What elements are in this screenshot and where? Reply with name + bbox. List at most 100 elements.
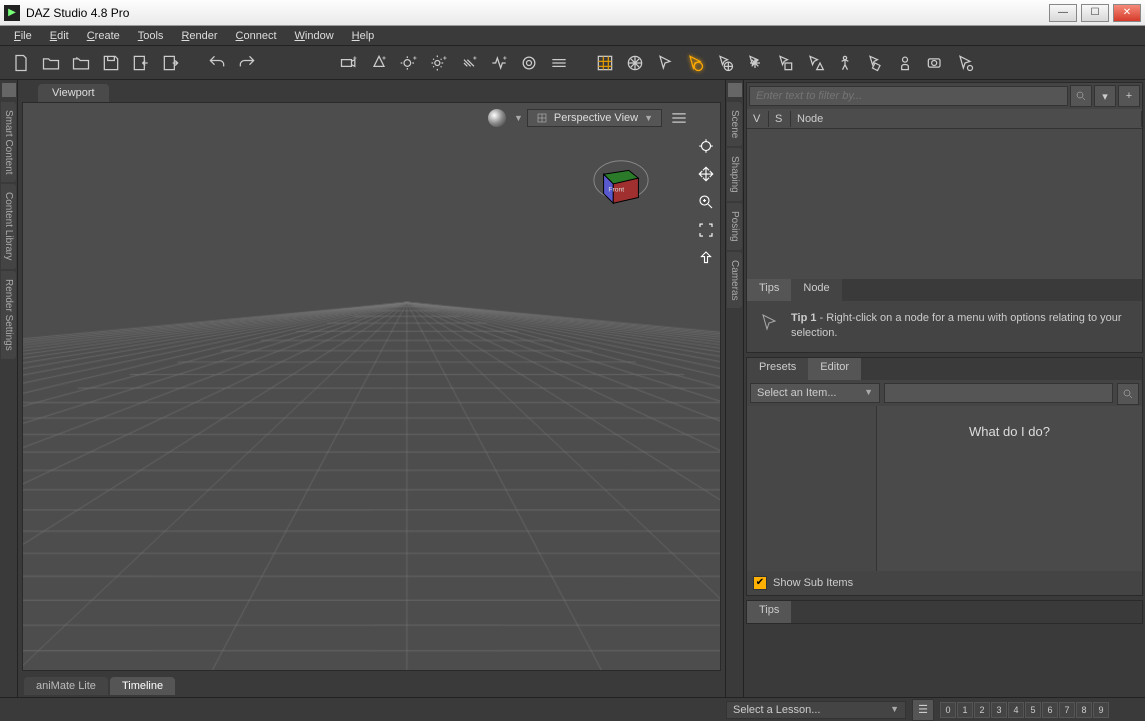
new-point-light-icon[interactable] [426,50,452,76]
page-6[interactable]: 6 [1042,702,1058,718]
add-node-icon[interactable]: + [1118,85,1140,107]
tab-timeline[interactable]: Timeline [110,677,175,695]
new-file-icon[interactable] [8,50,34,76]
surface-select-tool-icon[interactable] [862,50,888,76]
new-camera-icon[interactable] [336,50,362,76]
tab-render-settings[interactable]: Render Settings [1,271,16,359]
close-button[interactable]: ✕ [1113,4,1141,22]
main-toolbar [0,46,1145,80]
search-icon[interactable] [1070,85,1092,107]
open-folder-icon[interactable] [38,50,64,76]
new-linear-light-icon[interactable] [456,50,482,76]
parameter-help: What do I do? [877,406,1142,571]
reset-view-icon[interactable] [695,247,717,269]
new-distant-light-icon[interactable] [396,50,422,76]
dock-toggle-icon[interactable] [2,83,16,97]
orbit-icon[interactable] [695,135,717,157]
new-spotlight-icon[interactable] [366,50,392,76]
tab-scene[interactable]: Scene [727,102,742,146]
spot-render-tool-icon[interactable] [892,50,918,76]
status-bar: Select a Lesson...▼ ☰ 0 1 2 3 4 5 6 7 8 … [0,697,1145,721]
scale-tool-icon[interactable] [742,50,768,76]
universal-tool-icon[interactable] [622,50,648,76]
tab-animate-lite[interactable]: aniMate Lite [24,677,108,695]
new-group-icon[interactable] [516,50,542,76]
show-sub-items-checkbox[interactable]: ✔ [753,576,767,590]
menu-edit[interactable]: Edit [42,28,77,44]
page-9[interactable]: 9 [1093,702,1109,718]
item-selector[interactable]: Select an Item...▼ [750,383,880,403]
parameter-filter-input[interactable] [884,383,1113,403]
undo-icon[interactable] [204,50,230,76]
menu-connect[interactable]: Connect [228,28,285,44]
viewport-tab[interactable]: Viewport [38,84,109,102]
export-icon[interactable] [158,50,184,76]
rotate-tool-icon[interactable] [682,50,708,76]
col-selectable[interactable]: S [769,111,791,127]
bottom-tips-tab[interactable]: Tips [747,601,791,623]
menu-bar: File Edit Create Tools Render Connect Wi… [0,26,1145,46]
camera-selector[interactable]: Perspective View ▼ [527,109,662,127]
left-dock-strip: Smart Content Content Library Render Set… [0,80,18,697]
tab-smart-content[interactable]: Smart Content [1,102,16,182]
translate-tool-icon[interactable] [712,50,738,76]
page-3[interactable]: 3 [991,702,1007,718]
dock-toggle-right-icon[interactable] [728,83,742,97]
right-dock-strip: Scene Shaping Posing Cameras [726,80,744,697]
col-node[interactable]: Node [791,111,1142,127]
redo-icon[interactable] [234,50,260,76]
render-icon[interactable] [922,50,948,76]
col-visible[interactable]: V [747,111,769,127]
tab-content-library[interactable]: Content Library [1,184,16,268]
viewport-options-icon[interactable] [666,105,692,131]
page-8[interactable]: 8 [1076,702,1092,718]
parameter-groups[interactable] [747,406,877,571]
page-5[interactable]: 5 [1025,702,1041,718]
import-icon[interactable] [128,50,154,76]
new-primitive-icon[interactable] [546,50,572,76]
editor-tab[interactable]: Editor [808,358,861,380]
new-null-icon[interactable] [486,50,512,76]
scene-tree[interactable] [747,129,1142,279]
scene-node-tab[interactable]: Node [791,279,841,301]
viewport[interactable]: ▼ Perspective View ▼ [22,102,721,671]
tab-shaping[interactable]: Shaping [727,148,742,201]
menu-help[interactable]: Help [344,28,383,44]
menu-render[interactable]: Render [173,28,225,44]
tab-cameras[interactable]: Cameras [727,252,742,309]
page-2[interactable]: 2 [974,702,990,718]
dolly-zoom-icon[interactable] [695,191,717,213]
lesson-list-icon[interactable]: ☰ [912,699,934,721]
drawstyle-sphere-icon[interactable] [488,109,506,127]
cursor-settings-icon[interactable] [952,50,978,76]
scene-filter-input[interactable] [749,86,1068,106]
pan-icon[interactable] [695,163,717,185]
open-recent-icon[interactable] [68,50,94,76]
region-nav-tool-icon[interactable] [802,50,828,76]
active-pose-tool-icon[interactable] [772,50,798,76]
tab-posing[interactable]: Posing [727,203,742,250]
menu-create[interactable]: Create [79,28,128,44]
frame-icon[interactable] [695,219,717,241]
save-icon[interactable] [98,50,124,76]
menu-file[interactable]: File [6,28,40,44]
page-1[interactable]: 1 [957,702,973,718]
drawstyle-dropdown-icon[interactable]: ▼ [514,113,523,123]
maximize-button[interactable]: ☐ [1081,4,1109,22]
parameter-search-icon[interactable] [1117,383,1139,405]
node-select-tool-icon[interactable] [652,50,678,76]
minimize-button[interactable]: — [1049,4,1077,22]
grid-snap-icon[interactable] [592,50,618,76]
presets-tab[interactable]: Presets [747,358,808,380]
figure-tool-icon[interactable] [832,50,858,76]
menu-window[interactable]: Window [287,28,342,44]
scene-tips-tab[interactable]: Tips [747,279,791,301]
page-0[interactable]: 0 [940,702,956,718]
menu-tools[interactable]: Tools [130,28,172,44]
page-4[interactable]: 4 [1008,702,1024,718]
page-7[interactable]: 7 [1059,702,1075,718]
view-cube[interactable]: Front [592,153,650,211]
tip-text: Tip 1 - Right-click on a node for a menu… [791,311,1132,342]
lesson-selector[interactable]: Select a Lesson...▼ [726,701,906,719]
filter-menu-icon[interactable]: ▾ [1094,85,1116,107]
